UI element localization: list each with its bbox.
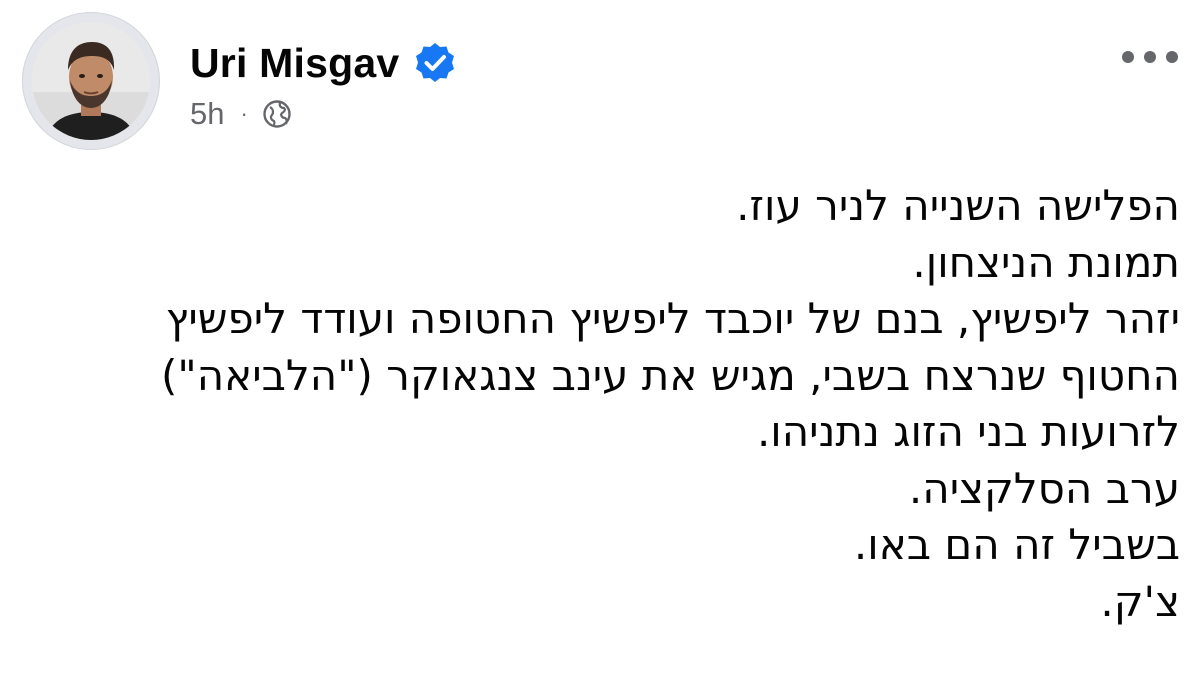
post-body: הפלישה השנייה לניר עוז. תמונת הניצחון. י… (20, 178, 1180, 630)
more-dot (1166, 51, 1178, 63)
post-line: ערב הסלקציה. (908, 463, 1180, 513)
globe-icon[interactable] (262, 99, 292, 129)
avatar-ring[interactable] (22, 12, 160, 150)
post-line: תמונת הניצחון. (912, 237, 1180, 287)
post-line: לזרועות בני הזוג נתניהו. (756, 407, 1180, 456)
author-row: Uri Misgav (190, 38, 457, 88)
more-dot (1144, 51, 1156, 63)
post-line: יזהר ליפשיץ, בנם של יוכבד ליפשיץ החטופה … (165, 294, 1180, 343)
avatar[interactable] (32, 22, 150, 140)
verified-badge-icon (413, 41, 457, 85)
post-header: Uri Misgav 5h · (0, 0, 1200, 160)
post-timestamp[interactable]: 5h (190, 96, 224, 132)
post-line: צ'ק. (1100, 576, 1180, 626)
post-line: הפלישה השנייה לניר עוז. (736, 181, 1180, 230)
post-meta: 5h · (190, 94, 292, 134)
author-name[interactable]: Uri Misgav (190, 40, 399, 87)
post-line: בשביל זה הם באו. (853, 520, 1180, 569)
facebook-post: Uri Misgav 5h · הפלישה השנייה לניר עוז. … (0, 0, 1200, 698)
meta-separator: · (240, 101, 248, 126)
profile-photo-icon (32, 22, 150, 140)
more-dot (1122, 51, 1134, 63)
post-line: החטוף שנרצח בשבי, מגיש את עינב צנגאוקר (… (161, 350, 1180, 400)
more-options-icon[interactable] (1122, 42, 1178, 72)
